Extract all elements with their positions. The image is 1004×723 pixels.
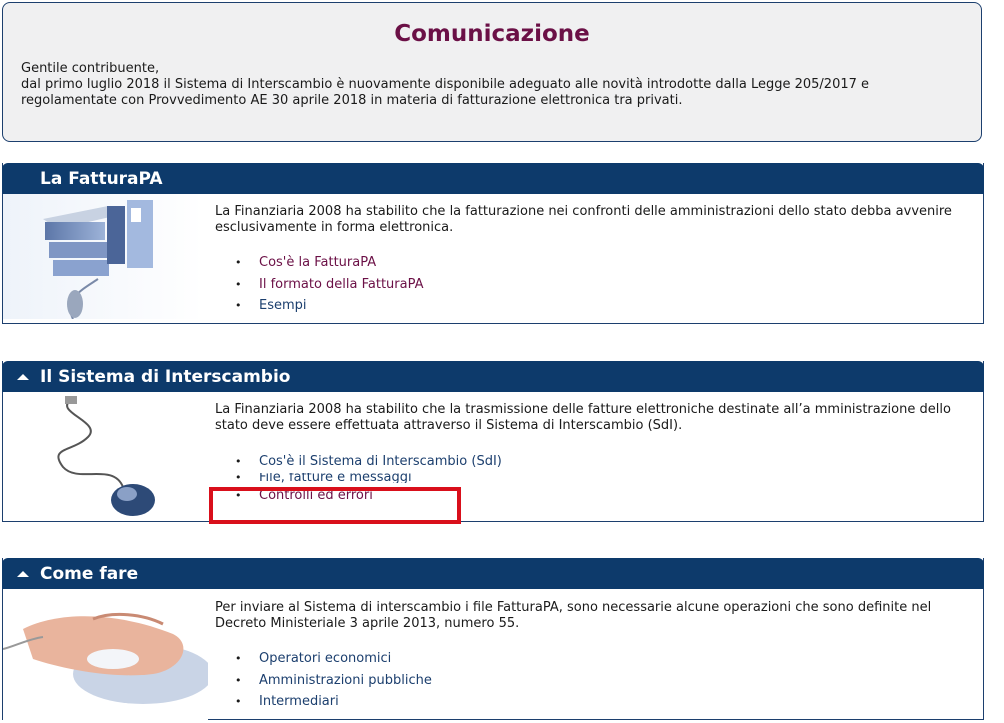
hand-mouse-illustration (3, 589, 208, 720)
comefare-header[interactable]: Come fare (2, 558, 984, 589)
comefare-panel: Come fare Per inviare al Sistema di inte… (2, 558, 984, 720)
list-item: Cos'è la FatturaPA (235, 252, 424, 274)
link-file-fatture-messaggi[interactable]: File, fatture e messaggi (259, 473, 412, 483)
mouse-cable-illustration (57, 396, 155, 516)
fatturapa-header[interactable]: La FatturaPA (2, 163, 984, 194)
comefare-title: Come fare (40, 563, 139, 584)
communication-title: Comunicazione (394, 21, 590, 47)
link-controlli-errori[interactable]: Controlli ed errori (259, 488, 373, 503)
collapse-arrow-icon[interactable] (17, 373, 29, 380)
link-cos-e-sdi[interactable]: Cos'è il Sistema di Interscambio (SdI) (259, 454, 502, 469)
list-item: Intermediari (235, 691, 432, 713)
sdi-header[interactable]: Il Sistema di Interscambio (2, 361, 984, 392)
link-esempi[interactable]: Esempi (259, 298, 307, 313)
fatturapa-description: La Finanziaria 2008 ha stabilito che la … (215, 204, 952, 235)
sdi-links: Cos'è il Sistema di Interscambio (SdI) F… (235, 451, 502, 506)
communication-line-1: dal primo luglio 2018 il Sistema di Inte… (21, 77, 870, 92)
list-item: File, fatture e messaggi (235, 473, 502, 483)
comefare-description: Per inviare al Sistema di interscambio i… (215, 600, 932, 631)
link-amministrazioni-pubbliche[interactable]: Amministrazioni pubbliche (259, 673, 432, 688)
list-item: Amministrazioni pubbliche (235, 670, 432, 692)
fatturapa-title: La FatturaPA (40, 168, 163, 189)
link-formato-fatturapa[interactable]: Il formato della FatturaPA (259, 277, 424, 292)
communication-greeting: Gentile contribuente, (21, 61, 160, 76)
fatturapa-links: Cos'è la FatturaPA Il formato della Fatt… (235, 252, 424, 317)
fatturapa-panel: La FatturaPA La Finanziaria 2008 ha stab… (2, 163, 984, 324)
list-item: Il formato della FatturaPA (235, 274, 424, 296)
link-cos-e-fatturapa[interactable]: Cos'è la FatturaPA (259, 255, 376, 270)
list-item: Cos'è il Sistema di Interscambio (SdI) (235, 451, 502, 473)
communication-box: Comunicazione Gentile contribuente, dal … (2, 2, 982, 142)
comefare-links: Operatori economici Amministrazioni pubb… (235, 648, 432, 713)
communication-line-2: regolamentate con Provvedimento AE 30 ap… (21, 93, 683, 108)
binders-illustration (3, 194, 203, 319)
sdi-description: La Finanziaria 2008 ha stabilito che la … (215, 402, 951, 433)
list-item: Operatori economici (235, 648, 432, 670)
list-item: Esempi (235, 295, 424, 317)
link-intermediari[interactable]: Intermediari (259, 694, 339, 709)
sdi-title: Il Sistema di Interscambio (40, 366, 291, 387)
collapse-arrow-icon[interactable] (17, 570, 29, 577)
list-item: Controlli ed errori (235, 485, 502, 507)
link-operatori-economici[interactable]: Operatori economici (259, 651, 391, 666)
sdi-panel: Il Sistema di Interscambio La Finanziari… (2, 361, 984, 522)
